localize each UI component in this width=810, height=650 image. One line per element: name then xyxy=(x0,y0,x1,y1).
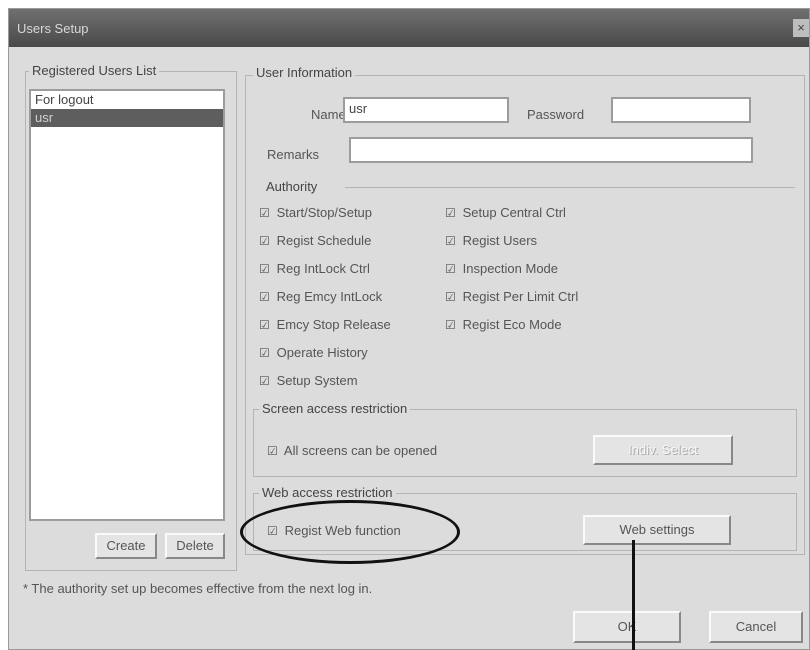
authority-note: * The authority set up becomes effective… xyxy=(23,581,373,596)
checkbox-checked-icon: ☑ xyxy=(259,234,270,248)
authority-checkbox-inspection-mode[interactable]: ☑ Inspection Mode xyxy=(445,261,558,276)
checkbox-checked-icon: ☑ xyxy=(445,262,456,276)
checkbox-checked-icon: ☑ xyxy=(259,206,270,220)
authority-checkbox-regist-eco-mode[interactable]: ☑ Regist Eco Mode xyxy=(445,317,562,332)
screen-access-label: Screen access restriction xyxy=(259,401,411,416)
ok-button[interactable]: OK xyxy=(573,611,681,643)
list-item[interactable]: usr xyxy=(31,109,223,127)
title-bar[interactable]: Users Setup × xyxy=(9,9,809,47)
authority-label: Authority xyxy=(263,179,321,194)
indiv-select-button[interactable]: Indiv. Select xyxy=(593,435,733,465)
users-listbox[interactable]: For logout usr xyxy=(29,89,225,521)
list-item[interactable]: For logout xyxy=(31,91,223,109)
delete-button[interactable]: Delete xyxy=(165,533,225,559)
web-access-label: Web access restriction xyxy=(259,485,396,500)
authority-checkbox-reg-intlock-ctrl[interactable]: ☑ Reg IntLock Ctrl xyxy=(259,261,370,276)
remarks-field[interactable] xyxy=(349,137,753,163)
create-button[interactable]: Create xyxy=(95,533,157,559)
authority-checkbox-start-stop-setup[interactable]: ☑ Start/Stop/Setup xyxy=(259,205,372,220)
users-setup-dialog: Users Setup × Registered Users List For … xyxy=(8,8,810,650)
authority-checkbox-regist-per-limit-ctrl[interactable]: ☑ Regist Per Limit Ctrl xyxy=(445,289,578,304)
authority-checkbox-reg-emcy-intlock[interactable]: ☑ Reg Emcy IntLock xyxy=(259,289,382,304)
authority-checkbox-regist-users[interactable]: ☑ Regist Users xyxy=(445,233,537,248)
user-information-label: User Information xyxy=(253,65,356,80)
checkbox-checked-icon: ☑ xyxy=(445,290,456,304)
authority-checkbox-setup-system[interactable]: ☑ Setup System xyxy=(259,373,358,388)
name-field[interactable]: usr xyxy=(343,97,509,123)
remarks-label: Remarks xyxy=(267,147,320,162)
authority-checkbox-setup-central-ctrl[interactable]: ☑ Setup Central Ctrl xyxy=(445,205,566,220)
authority-divider xyxy=(345,187,795,188)
close-icon[interactable]: × xyxy=(793,19,809,37)
cancel-button[interactable]: Cancel xyxy=(709,611,803,643)
authority-checkbox-emcy-stop-release[interactable]: ☑ Emcy Stop Release xyxy=(259,317,391,332)
checkbox-checked-icon: ☑ xyxy=(445,234,456,248)
registered-users-label: Registered Users List xyxy=(29,63,160,78)
all-screens-checkbox[interactable]: ☑ All screens can be opened xyxy=(267,443,437,458)
checkbox-checked-icon: ☑ xyxy=(267,524,278,538)
checkbox-checked-icon: ☑ xyxy=(259,262,270,276)
authority-checkbox-regist-schedule[interactable]: ☑ Regist Schedule xyxy=(259,233,371,248)
checkbox-checked-icon: ☑ xyxy=(259,346,270,360)
callout-line xyxy=(632,540,635,650)
web-settings-button[interactable]: Web settings xyxy=(583,515,731,545)
regist-web-function-checkbox[interactable]: ☑ Regist Web function xyxy=(267,523,401,538)
checkbox-checked-icon: ☑ xyxy=(267,444,278,458)
password-label: Password xyxy=(527,107,585,122)
authority-checkbox-operate-history[interactable]: ☑ Operate History xyxy=(259,345,368,360)
name-label: Name xyxy=(311,107,346,122)
window-title: Users Setup xyxy=(17,21,89,36)
checkbox-checked-icon: ☑ xyxy=(445,206,456,220)
checkbox-checked-icon: ☑ xyxy=(259,374,270,388)
checkbox-checked-icon: ☑ xyxy=(445,318,456,332)
checkbox-checked-icon: ☑ xyxy=(259,318,270,332)
password-field[interactable] xyxy=(611,97,751,123)
checkbox-checked-icon: ☑ xyxy=(259,290,270,304)
